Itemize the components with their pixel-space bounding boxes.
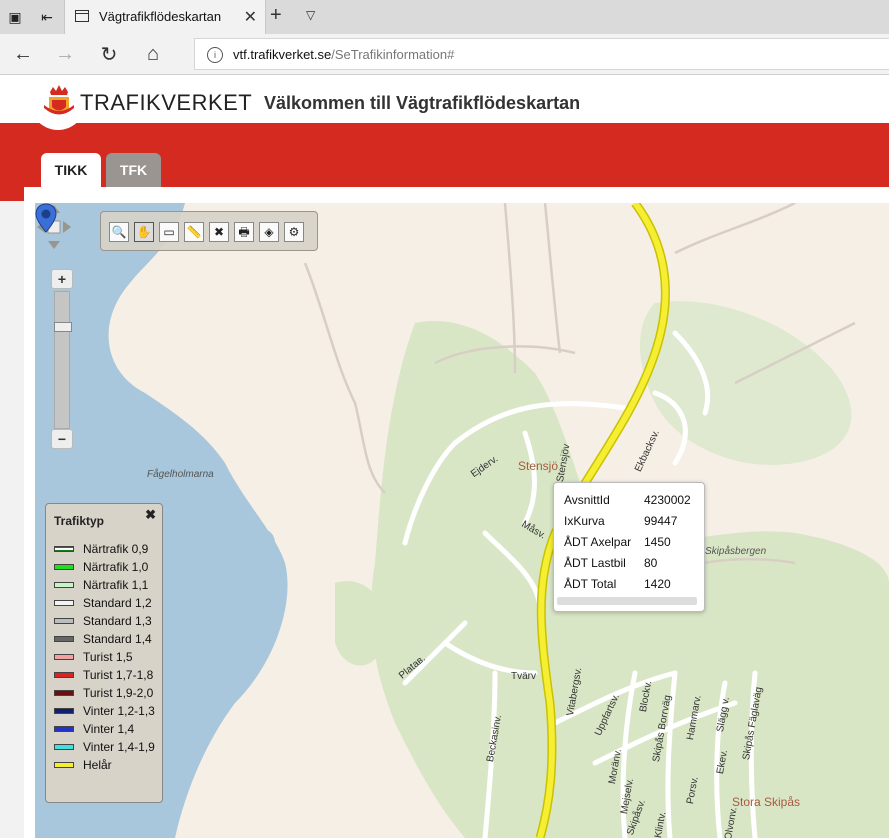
- legend-swatch: [54, 726, 74, 732]
- map-label-stensjo: Stensjö: [518, 459, 559, 473]
- map-label-skipasbergen: Skipåsbergen: [705, 546, 767, 557]
- url-text: vtf.trafikverket.se/SeTrafikinformation#: [233, 47, 454, 62]
- home-icon[interactable]: ⌂: [138, 40, 168, 68]
- zoom-tool-icon[interactable]: 🔍: [109, 222, 129, 242]
- trafikverket-crown-logo-icon: [44, 85, 74, 115]
- tab-favicon-icon: [75, 10, 89, 22]
- browser-navbar: ← → ↻ ⌂ i vtf.trafikverket.se/SeTrafikin…: [0, 34, 889, 75]
- popup-value: 99447: [644, 513, 678, 528]
- popup-row: ÅDT Lastbil 80: [564, 552, 691, 573]
- logo-text[interactable]: TRAFIKVERKET: [80, 90, 252, 116]
- popup-row: ÅDT Total 1420: [564, 573, 691, 594]
- popup-value: 80: [644, 555, 658, 570]
- back-arrow-icon[interactable]: ←: [8, 40, 38, 68]
- legend-label: Vinter 1,4-1,9: [83, 740, 155, 754]
- popup-value: 4230002: [644, 492, 691, 507]
- tab-title: Vägtrafikflödeskartan: [99, 9, 222, 24]
- map-label-stora-skipas: Stora Skipås: [732, 795, 801, 809]
- traffic-type-legend: Trafiktyp ✖ Närtrafik 0,9 Närtrafik 1,0 Nä…: [45, 503, 163, 803]
- tab-menu-chevron-icon[interactable]: ▽: [306, 8, 315, 22]
- popup-scrollbar[interactable]: [557, 597, 697, 605]
- popup-value: 1450: [644, 534, 671, 549]
- legend-label: Närtrafik 0,9: [83, 542, 149, 556]
- map-canvas: [35, 203, 889, 838]
- legend-label: Standard 1,2: [83, 596, 152, 610]
- road-info-table: AvsnittId 4230002 IxKurva 99447 ÅDT Axelpar 1…: [564, 489, 691, 594]
- map-label-fagelholmarna: Fågelholmarna: [147, 469, 214, 480]
- legend-title: Trafiktyp: [54, 514, 105, 528]
- legend-swatch: [54, 744, 74, 750]
- zoom-control: + −: [51, 269, 73, 449]
- legend-label: Turist 1,7-1,8: [83, 668, 154, 682]
- url-path: /SeTrafikinformation#: [331, 47, 455, 62]
- measure-tool-icon[interactable]: 📏: [184, 222, 204, 242]
- street-label-tvarv: Tvärv: [511, 671, 536, 682]
- page-title: Välkommen till Vägtrafikflödeskartan: [264, 93, 581, 113]
- traffic-map[interactable]: Fågelholmarna Stensjö Skipåsbergen Stora…: [35, 203, 889, 838]
- location-pin-icon[interactable]: [35, 203, 57, 233]
- forest-area-east: [640, 301, 852, 465]
- legend-swatch: [54, 564, 74, 570]
- legend-swatch: [54, 600, 74, 606]
- pan-right-icon[interactable]: [63, 221, 71, 233]
- legend-label: Turist 1,5: [83, 650, 133, 664]
- legend-label: Standard 1,4: [83, 632, 152, 646]
- legend-label: Vinter 1,2-1,3: [83, 704, 155, 718]
- legend-swatch: [54, 636, 74, 642]
- zoom-slider-handle[interactable]: [54, 322, 72, 332]
- popup-row: AvsnittId 4230002: [564, 489, 691, 510]
- browser-tab[interactable]: Vägtrafikflödeskartan ✕: [64, 0, 266, 34]
- forward-arrow-icon[interactable]: →: [50, 40, 80, 68]
- print-tool-icon[interactable]: 🖶: [234, 222, 254, 242]
- pan-down-icon[interactable]: [48, 241, 60, 249]
- popup-key: ÅDT Lastbil: [564, 555, 626, 570]
- set-aside-tabs-icon[interactable]: ⇤: [32, 0, 62, 34]
- popup-key: ÅDT Total: [564, 576, 617, 591]
- popup-row: ÅDT Axelpar 1450: [564, 531, 691, 552]
- new-tab-button[interactable]: +: [270, 4, 282, 27]
- browser-tabstrip: ▣ ⇤ Vägtrafikflödeskartan ✕ + ▽: [0, 0, 889, 34]
- zoom-out-button[interactable]: −: [51, 429, 73, 449]
- legend-swatch: [54, 618, 74, 624]
- layers-tool-icon[interactable]: ◈: [259, 222, 279, 242]
- zoom-in-button[interactable]: +: [51, 269, 73, 289]
- road-info-popup: AvsnittId 4230002 IxKurva 99447 ÅDT Axelpar 1…: [553, 482, 705, 612]
- legend-swatch: [54, 762, 74, 768]
- popup-key: AvsnittId: [564, 492, 610, 507]
- tab-actions-icon[interactable]: ▣: [0, 0, 30, 34]
- popup-row: IxKurva 99447: [564, 510, 691, 531]
- tab-tfk[interactable]: TFK: [106, 153, 161, 187]
- url-host: vtf.trafikverket.se: [233, 47, 332, 62]
- legend-swatch: [54, 546, 74, 552]
- legend-label: Närtrafik 1,1: [83, 578, 149, 592]
- pan-tool-icon[interactable]: ✋: [134, 222, 154, 242]
- popup-key: ÅDT Axelpar: [564, 534, 632, 549]
- map-toolbar: 🔍 ✋ ▭ 📏 ✖ 🖶 ◈ ⚙: [100, 211, 318, 251]
- legend-swatch: [54, 672, 74, 678]
- tab-tikk[interactable]: TIKK: [41, 153, 101, 187]
- zoom-slider[interactable]: [54, 291, 72, 429]
- legend-swatch: [54, 708, 74, 714]
- popup-key: IxKurva: [564, 513, 605, 528]
- tab-close-icon[interactable]: ✕: [244, 7, 257, 27]
- legend-close-icon[interactable]: ✖: [145, 507, 156, 523]
- legend-label: Vinter 1,4: [83, 722, 135, 736]
- legend-label: Helår: [83, 758, 112, 772]
- legend-swatch: [54, 582, 74, 588]
- address-bar[interactable]: i vtf.trafikverket.se/SeTrafikinformatio…: [194, 38, 889, 70]
- legend-label: Närtrafik 1,0: [83, 560, 149, 574]
- legend-swatch: [54, 690, 74, 696]
- pond-water: [245, 527, 275, 555]
- popup-value: 1420: [644, 576, 671, 591]
- site-info-icon[interactable]: i: [207, 47, 223, 63]
- clear-tool-icon[interactable]: ✖: [209, 222, 229, 242]
- legend-swatch: [54, 654, 74, 660]
- settings-tool-icon[interactable]: ⚙: [284, 222, 304, 242]
- refresh-icon[interactable]: ↻: [94, 40, 124, 68]
- scale-tool-icon[interactable]: ▭: [159, 222, 179, 242]
- legend-label: Standard 1,3: [83, 614, 152, 628]
- legend-label: Turist 1,9-2,0: [83, 686, 154, 700]
